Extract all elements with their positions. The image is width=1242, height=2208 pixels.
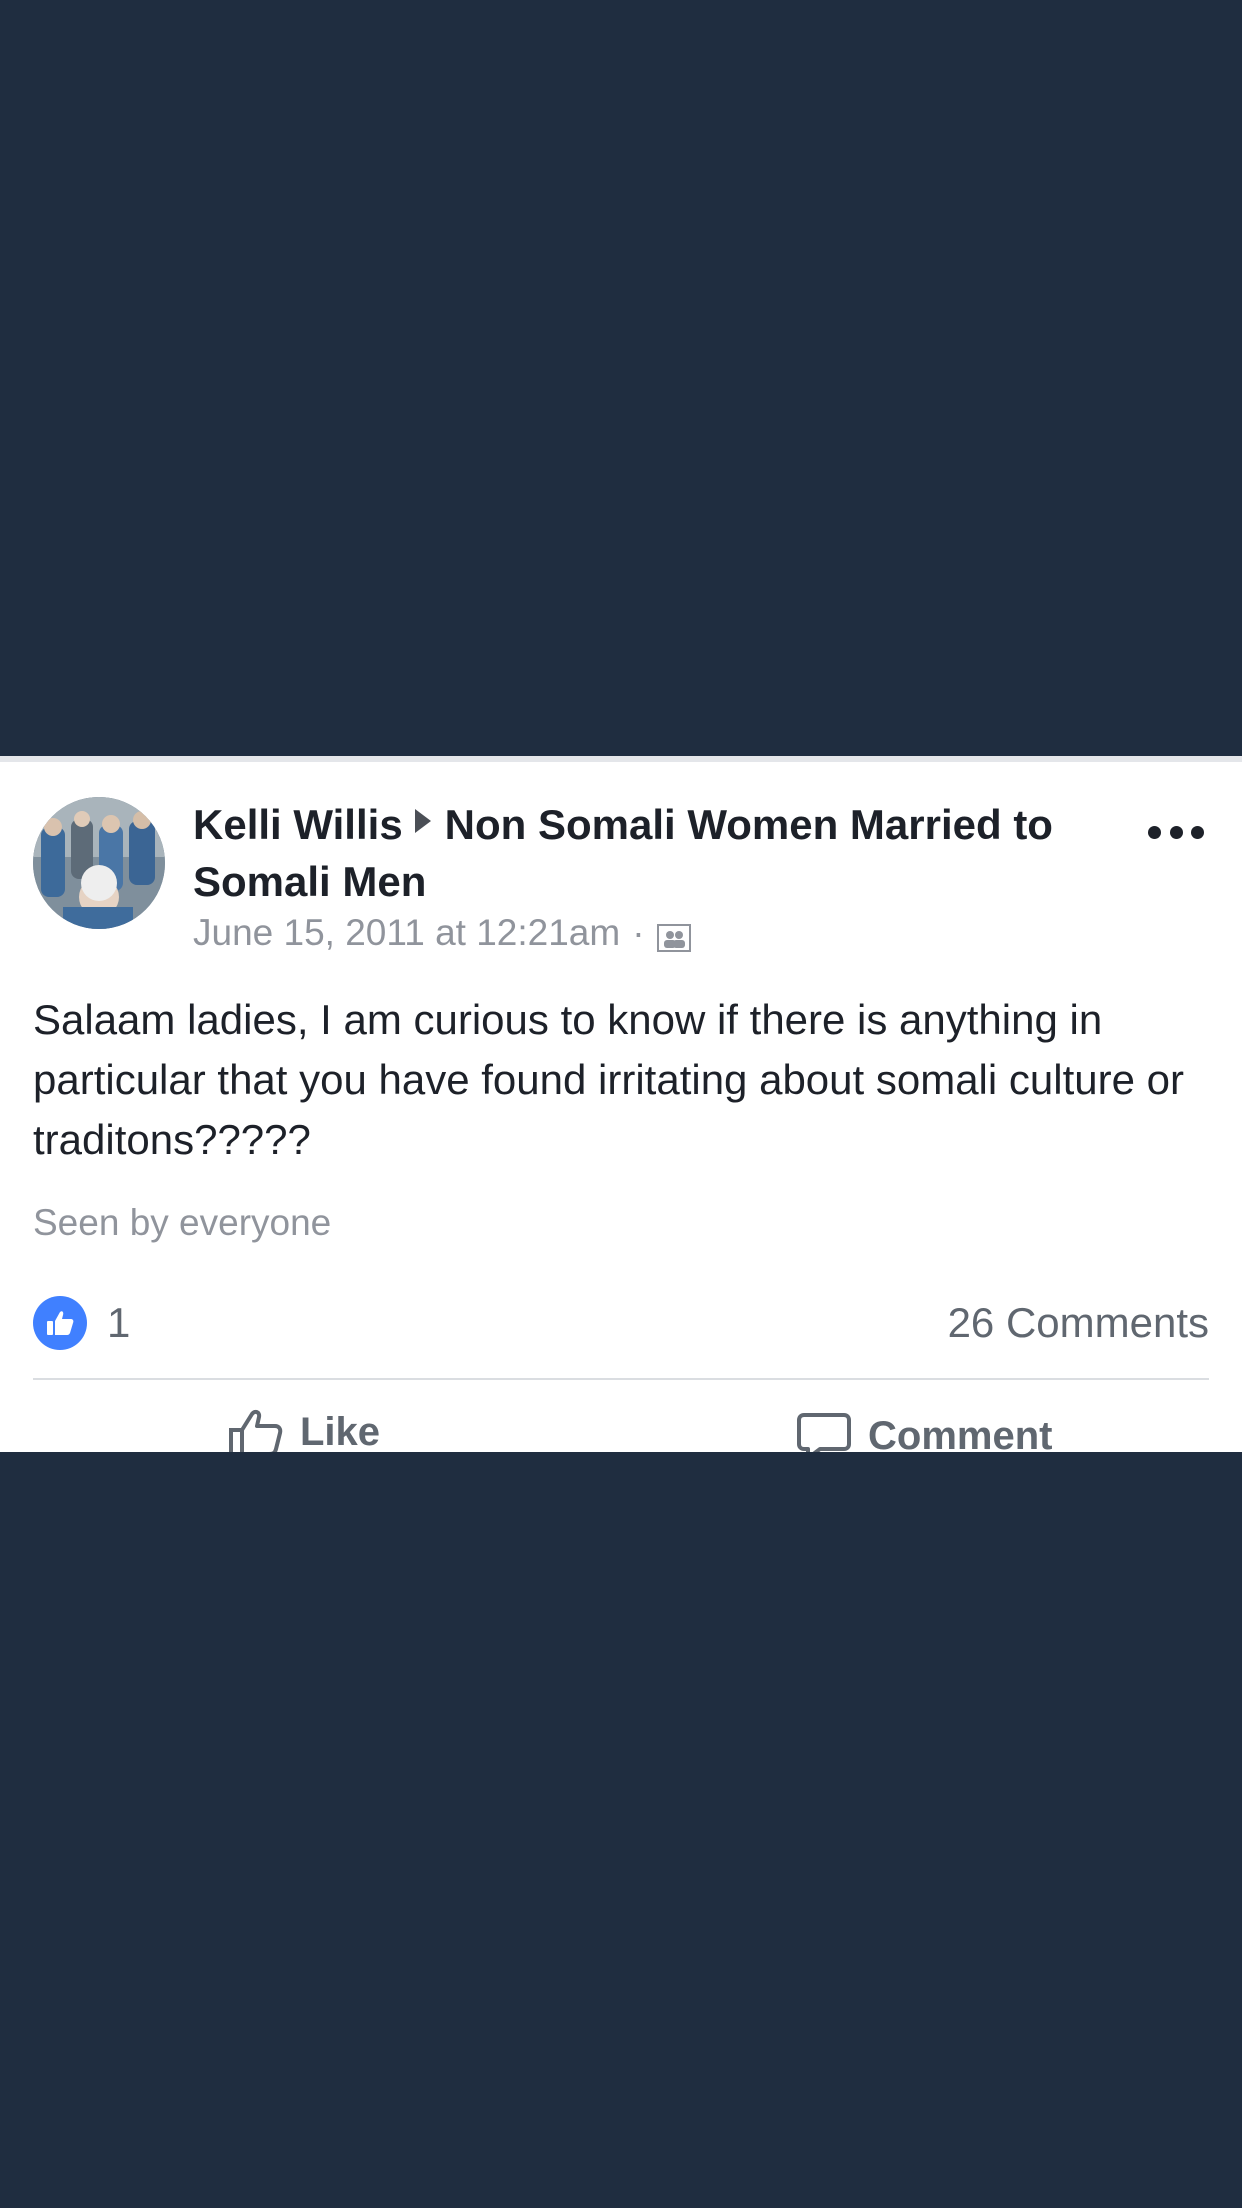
post-meta: June 15, 2011 at 12:21am · [193,912,691,954]
reaction-count: 1 [107,1299,131,1346]
post-body: Salaam ladies, I am curious to know if t… [33,996,1184,1163]
group-members-icon [656,919,691,952]
comment-bubble-icon [797,1413,851,1452]
post-card: Kelli Willis Non Somali Women Married to … [0,756,1242,1452]
like-label: Like [300,1409,381,1453]
post-timestamp[interactable]: June 15, 2011 at 12:21am [193,912,620,954]
reactions-summary[interactable]: 1 [33,1296,130,1350]
caret-right-icon [414,809,431,833]
more-options-icon[interactable] [1148,824,1204,840]
like-button[interactable]: Like [228,1408,380,1452]
author-name[interactable]: Kelli Willis [193,801,403,848]
like-reaction-icon [33,1296,87,1350]
seen-by-text: Seen by everyone [33,1202,332,1243]
thumbs-up-icon [229,1409,283,1452]
comment-count[interactable]: 26 Comments [948,1296,1209,1350]
comment-button[interactable]: Comment [796,1412,1052,1452]
meta-separator: · [632,912,645,953]
avatar[interactable] [33,797,165,929]
comment-label: Comment [868,1413,1053,1453]
post-header: Kelli Willis Non Somali Women Married to … [193,796,1093,910]
divider [33,1378,1209,1380]
